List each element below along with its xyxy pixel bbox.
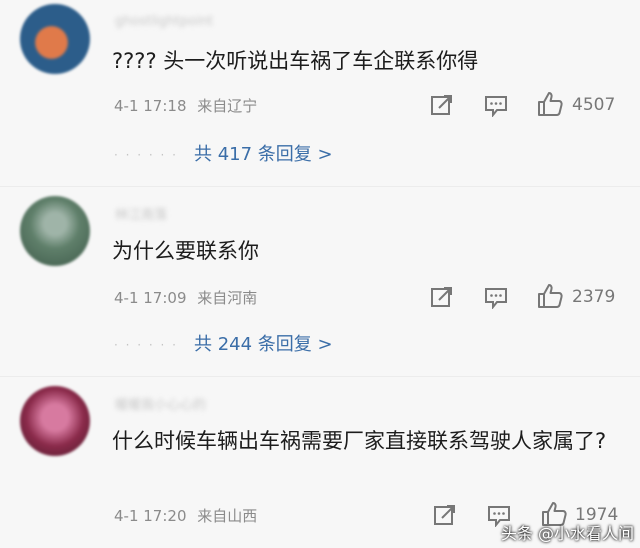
- comment-icon[interactable]: [484, 287, 508, 309]
- comment-date: 4-1 17:18: [114, 97, 187, 115]
- comment-text: 什么时候车辆出车祸需要厂家直接联系驾驶人家属了?: [112, 429, 607, 453]
- comment-icon[interactable]: [484, 95, 508, 117]
- username[interactable]: 暖暖我小心心的: [115, 394, 206, 413]
- share-icon[interactable]: [430, 93, 454, 117]
- divider: [0, 376, 640, 377]
- comment-text: 为什么要联系你: [112, 239, 259, 263]
- comment-meta: 4-1 17:20 来自山西: [114, 505, 263, 526]
- comment-location: 来自山西: [197, 507, 258, 525]
- avatar[interactable]: [20, 196, 90, 266]
- reply-indent-dots: · · · · · ·: [114, 148, 178, 162]
- comment-date: 4-1 17:20: [114, 507, 187, 525]
- avatar[interactable]: [20, 386, 90, 456]
- comment-date: 4-1 17:09: [114, 289, 187, 307]
- divider: [0, 186, 640, 187]
- replies-label: 共 244 条回复 >: [193, 334, 333, 355]
- comment-text: ???? 头一次听说出车祸了车企联系你得: [112, 49, 479, 73]
- view-replies-link[interactable]: · · · · · · 共 417 条回复 >: [114, 140, 333, 166]
- comment-meta: 4-1 17:18 来自辽宁: [114, 95, 263, 116]
- replies-label: 共 417 条回复 >: [193, 144, 333, 165]
- avatar[interactable]: [20, 4, 90, 74]
- comment-location: 来自河南: [197, 289, 258, 307]
- username[interactable]: ghostlightpoint: [115, 14, 213, 29]
- reply-indent-dots: · · · · · ·: [114, 338, 178, 352]
- watermark: 头条 @小水看人间: [500, 524, 634, 543]
- share-icon[interactable]: [430, 285, 454, 309]
- thumbs-up-icon[interactable]: [536, 282, 564, 310]
- comment-location: 来自辽宁: [197, 97, 258, 115]
- share-icon[interactable]: [433, 503, 457, 527]
- view-replies-link[interactable]: · · · · · · 共 244 条回复 >: [114, 330, 333, 356]
- username[interactable]: 林江南落: [115, 204, 167, 223]
- like-count: 4507: [572, 95, 616, 115]
- like-count: 2379: [572, 287, 616, 307]
- comment-meta: 4-1 17:09 来自河南: [114, 287, 263, 308]
- thumbs-up-icon[interactable]: [536, 90, 564, 118]
